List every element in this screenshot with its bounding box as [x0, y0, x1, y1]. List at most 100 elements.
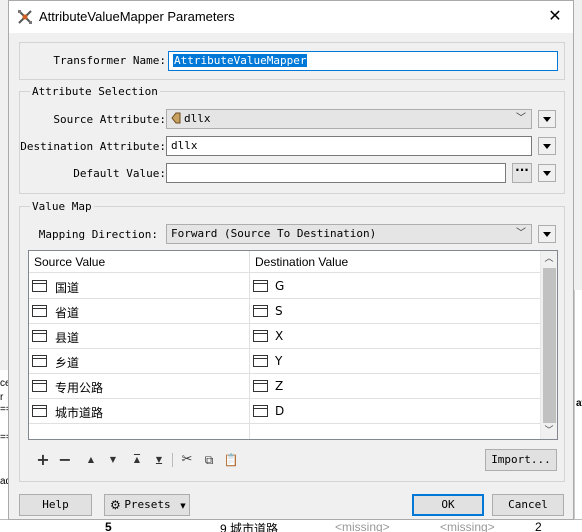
destination-attribute-input[interactable]: dllx — [166, 136, 532, 156]
triangle-down-icon — [543, 117, 551, 122]
source-cell: 省道 — [55, 306, 80, 320]
source-attribute-combo[interactable]: dllx ﹀ — [166, 109, 532, 129]
scrollbar-thumb[interactable] — [543, 268, 556, 423]
triangle-down-icon — [543, 171, 551, 176]
import-button[interactable]: Import... — [485, 449, 557, 471]
background-text: ad — [0, 476, 8, 487]
table-toolbar: + − ▲ ▼ ▲ ▼ ✂ ⧉ 📋 — [34, 451, 254, 469]
help-button[interactable]: Help — [19, 494, 92, 516]
background-row-text: 9 城市道路 — [220, 522, 279, 532]
source-cell: 县道 — [55, 331, 80, 345]
mapping-direction-value: Forward (Source To Destination) — [171, 227, 377, 240]
cut-icon[interactable]: ✂ — [178, 451, 196, 469]
move-up-icon[interactable]: ▲ — [82, 451, 100, 469]
table-row[interactable]: 国道 G — [29, 274, 541, 299]
column-header-source[interactable]: Source Value — [34, 255, 105, 269]
source-attribute-label: Source Attribute: — [53, 113, 166, 126]
default-value-ellipsis-button[interactable]: ··· — [512, 163, 532, 183]
cancel-button[interactable]: Cancel — [492, 494, 564, 516]
attribute-selection-group: Attribute Selection Source Attribute: dl… — [19, 85, 565, 194]
destination-attribute-label: Destination Attribute: — [20, 140, 166, 153]
remove-row-icon[interactable]: − — [56, 451, 74, 469]
source-cell: 城市道路 — [55, 406, 104, 420]
move-top-icon[interactable]: ▲ — [128, 451, 146, 469]
attribute-tag-icon — [171, 112, 181, 124]
source-cell: 国道 — [55, 281, 80, 295]
attribute-selection-title: Attribute Selection — [30, 85, 160, 98]
destination-attribute-menu-button[interactable] — [538, 137, 556, 155]
paste-icon[interactable]: 📋 — [222, 451, 240, 469]
parameters-dialog: AttributeValueMapper Parameters ✕ Transf… — [8, 0, 574, 520]
cell-edit-icon — [32, 305, 47, 317]
background-text: r — [0, 392, 4, 403]
triangle-down-icon — [543, 232, 551, 237]
destination-cell: X — [275, 329, 284, 343]
toolbar-separator — [172, 453, 173, 467]
destination-cell: D — [275, 404, 285, 418]
presets-button[interactable]: ⚙ Presets ▼ — [104, 494, 190, 516]
cell-edit-icon — [253, 355, 268, 367]
dialog-content: Transformer Name: AttributeValueMapper A… — [9, 33, 573, 521]
cell-edit-icon — [253, 330, 268, 342]
table-row[interactable]: 省道 S — [29, 299, 541, 324]
background-text: == — [0, 432, 8, 443]
cell-edit-icon — [253, 380, 268, 392]
move-bottom-icon[interactable]: ▼ — [150, 451, 168, 469]
cell-edit-icon — [32, 280, 47, 292]
ok-button[interactable]: OK — [412, 494, 484, 516]
value-map-group: Value Map Mapping Direction: Forward (So… — [19, 200, 565, 482]
destination-cell: Z — [275, 379, 284, 393]
background-missing-1: <missing> — [335, 520, 390, 532]
table-row[interactable]: 县道 X — [29, 324, 541, 349]
close-icon[interactable]: ✕ — [547, 7, 563, 25]
triangle-down-icon — [543, 144, 551, 149]
copy-icon[interactable]: ⧉ — [200, 451, 218, 469]
gear-icon: ⚙ — [110, 498, 121, 512]
cell-edit-icon — [253, 305, 268, 317]
source-cell: 专用公路 — [55, 381, 104, 395]
background-text: ce — [0, 378, 8, 389]
table-header: Source Value Destination Value — [29, 251, 541, 273]
background-row-tail: 2 — [535, 520, 542, 532]
table-row[interactable]: 城市道路 D — [29, 399, 541, 424]
cell-edit-icon — [253, 280, 268, 292]
cell-edit-icon — [32, 355, 47, 367]
transformer-icon — [18, 10, 32, 24]
cell-edit-icon — [32, 405, 47, 417]
chevron-down-icon: ﹀ — [516, 228, 526, 239]
transformer-name-group: Transformer Name: AttributeValueMapper — [19, 42, 565, 80]
cell-edit-icon — [253, 405, 268, 417]
source-attribute-value: dllx — [184, 112, 211, 125]
scroll-up-icon[interactable]: ︿ — [541, 251, 557, 267]
dialog-titlebar: AttributeValueMapper Parameters ✕ — [9, 1, 573, 33]
mapping-direction-combo[interactable]: Forward (Source To Destination) ﹀ — [166, 224, 532, 244]
destination-cell: Y — [275, 354, 283, 368]
background-app-right-edge: at — [574, 290, 582, 520]
cell-edit-icon — [32, 330, 47, 342]
source-cell: 乡道 — [55, 356, 80, 370]
dialog-title: AttributeValueMapper Parameters — [39, 9, 235, 24]
chevron-down-icon: ﹀ — [516, 113, 526, 124]
transformer-name-value: AttributeValueMapper — [173, 54, 308, 67]
value-map-table[interactable]: Source Value Destination Value 国道 G 省道 S — [28, 250, 558, 440]
background-app-left-edge: ce r == == ad — [0, 370, 8, 520]
move-down-icon[interactable]: ▼ — [104, 451, 122, 469]
mapping-direction-menu-button[interactable] — [538, 225, 556, 243]
default-value-input[interactable] — [166, 163, 506, 183]
background-text: == — [0, 404, 8, 415]
column-header-destination[interactable]: Destination Value — [255, 255, 348, 269]
default-value-menu-button[interactable] — [538, 164, 556, 182]
table-row[interactable]: 乡道 Y — [29, 349, 541, 374]
background-row-number: 5 — [105, 520, 112, 532]
scroll-down-icon[interactable]: ﹀ — [541, 423, 557, 439]
table-row[interactable]: 专用公路 Z — [29, 374, 541, 399]
background-right-text: at — [576, 398, 582, 409]
table-scrollbar[interactable]: ︿ ﹀ — [540, 251, 557, 439]
transformer-name-label: Transformer Name: — [53, 54, 166, 67]
source-attribute-menu-button[interactable] — [538, 110, 556, 128]
dropdown-arrow-icon: ▼ — [180, 502, 186, 510]
destination-cell: S — [275, 304, 283, 318]
background-missing-2: <missing> — [440, 520, 495, 532]
transformer-name-input[interactable]: AttributeValueMapper — [168, 51, 558, 71]
add-row-icon[interactable]: + — [34, 451, 52, 469]
